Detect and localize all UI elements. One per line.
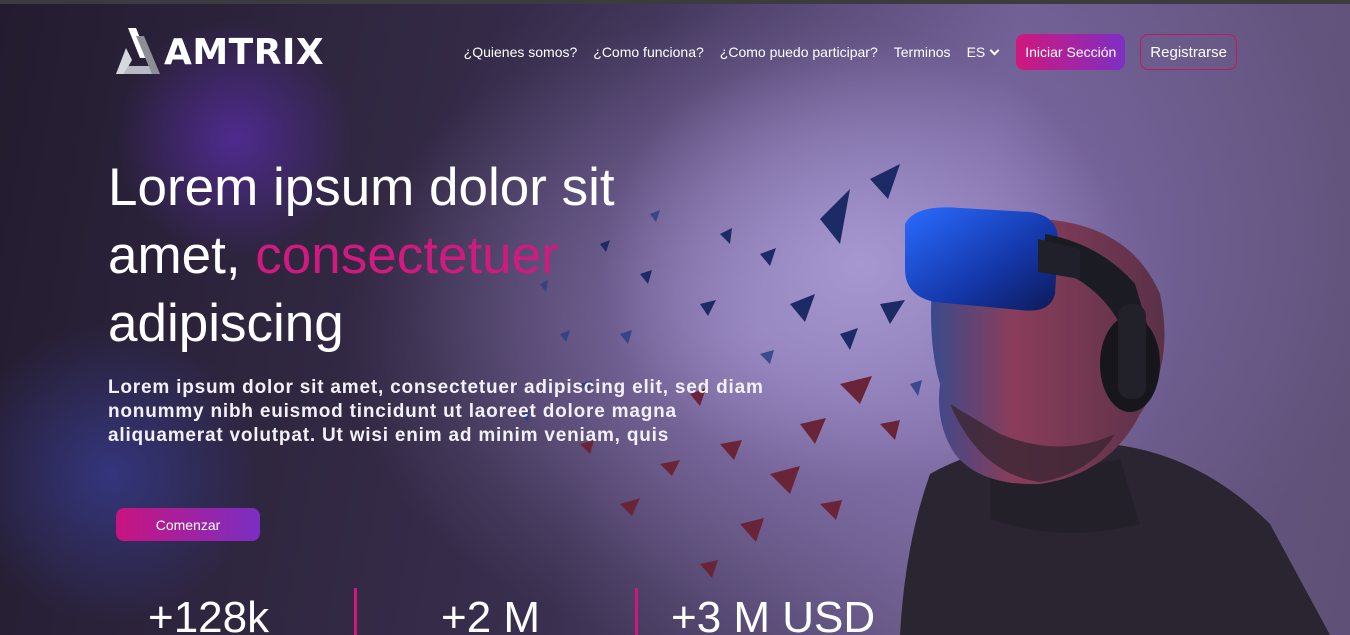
stat-divider <box>635 588 638 635</box>
hero-headline: Lorem ipsum dolor sit amet, consectetuer… <box>108 154 728 358</box>
stat-volume: +3 M USD <box>671 593 876 635</box>
login-button[interactable]: Iniciar Sección <box>1016 34 1126 70</box>
start-button[interactable]: Comenzar <box>116 508 260 541</box>
hero-section: AMTRIX ¿Quienes somos? ¿Como funciona? ¿… <box>0 4 1350 635</box>
stat-users: +128k <box>148 593 270 635</box>
main-navigation: ¿Quienes somos? ¿Como funciona? ¿Como pu… <box>464 34 1237 70</box>
hero-description: Lorem ipsum dolor sit amet, consectetuer… <box>108 377 764 446</box>
chevron-down-icon <box>989 45 1000 55</box>
headline-part-2: adipiscing <box>108 294 344 353</box>
language-label: ES <box>966 44 986 60</box>
language-selector[interactable]: ES <box>966 44 1000 60</box>
brand-logo[interactable]: AMTRIX <box>114 28 324 76</box>
nav-link-como-participar[interactable]: ¿Como puedo participar? <box>720 34 878 70</box>
stat-transactions: +2 M <box>441 593 541 635</box>
nav-link-como-funciona[interactable]: ¿Como funciona? <box>593 34 704 70</box>
amtrix-logo-icon <box>116 28 160 74</box>
register-button[interactable]: Registrarse <box>1140 34 1237 70</box>
nav-link-terminos[interactable]: Terminos <box>894 34 951 70</box>
brand-name: AMTRIX <box>164 31 325 73</box>
headline-accent: consectetuer <box>255 226 559 285</box>
nav-link-quienes-somos[interactable]: ¿Quienes somos? <box>464 34 578 70</box>
stat-divider <box>354 588 357 635</box>
